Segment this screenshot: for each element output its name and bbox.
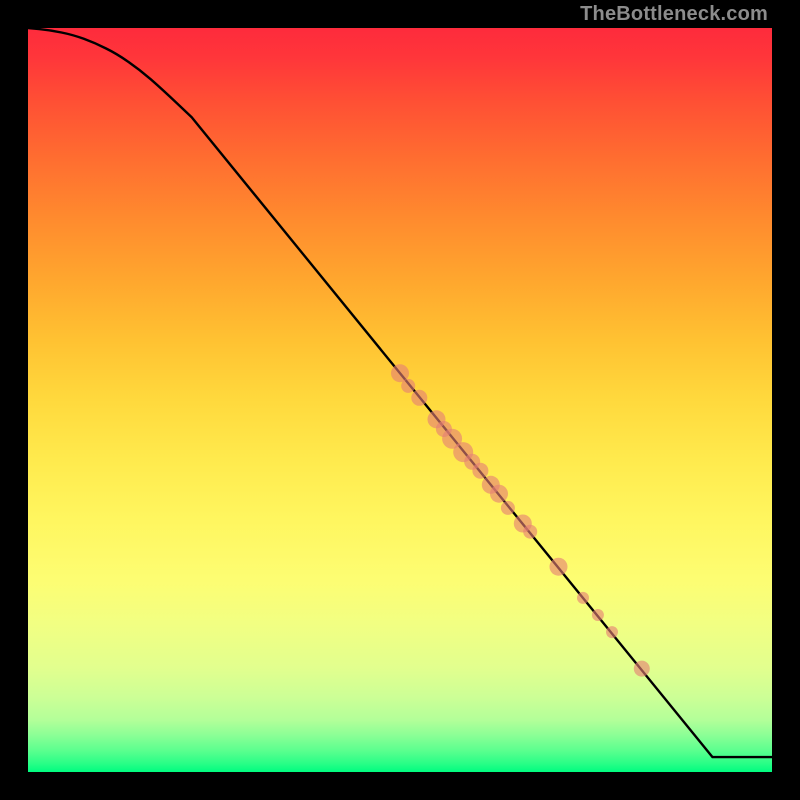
data-point [592,609,604,621]
data-point [472,463,488,479]
data-point [550,558,568,576]
data-point [401,379,415,393]
data-point [490,485,508,503]
chart-svg [28,28,772,772]
curve-line [28,28,772,757]
data-point [577,592,589,604]
data-point [411,390,427,406]
data-point [606,626,618,638]
plot-area [28,28,772,772]
chart-stage: TheBottleneck.com [0,0,800,800]
data-point [634,661,650,677]
data-point [523,525,537,539]
data-point [501,501,515,515]
watermark-text: TheBottleneck.com [580,3,768,26]
